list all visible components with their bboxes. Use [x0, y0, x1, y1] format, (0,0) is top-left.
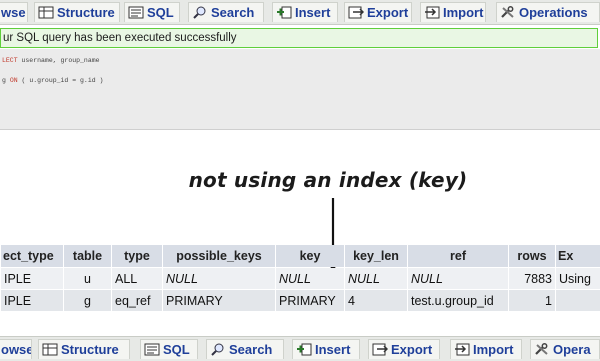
success-notice: ur SQL query has been executed successfu…	[0, 28, 598, 48]
table-cell: IPLE	[1, 290, 63, 311]
tab-insert-label: Insert	[315, 342, 351, 357]
sql-keyword-on: ON	[9, 77, 18, 84]
tab-sql-label: SQL	[163, 342, 190, 357]
tab-structure-bottom[interactable]: Structure	[38, 339, 130, 359]
sql-line-2-start: g	[2, 77, 10, 84]
explain-table: ect_type table type possible_keys key ke…	[0, 244, 600, 312]
column-header[interactable]: key_len	[345, 245, 407, 267]
tab-browse[interactable]: wse	[0, 2, 28, 22]
structure-icon	[42, 343, 58, 356]
table-cell: 4	[345, 290, 407, 311]
sql-query-box: LECT username, group_name g ON ( u.group…	[0, 49, 600, 130]
tab-operations-label: Operations	[519, 5, 588, 20]
insert-icon	[296, 343, 312, 356]
table-cell: NULL	[276, 268, 344, 289]
table-cell: NULL	[163, 268, 275, 289]
export-icon	[372, 343, 388, 356]
import-icon	[454, 343, 470, 356]
tab-export-label: Export	[367, 5, 409, 20]
column-header[interactable]: table	[64, 245, 111, 267]
tab-search-label: Search	[211, 5, 255, 20]
table-cell: u	[64, 268, 111, 289]
operations-icon	[534, 343, 550, 356]
structure-icon	[38, 6, 54, 19]
table-cell: PRIMARY	[163, 290, 275, 311]
column-header[interactable]: key	[276, 245, 344, 267]
column-header[interactable]: ect_type	[1, 245, 63, 267]
tab-operations[interactable]: Operations	[496, 2, 600, 22]
tab-export[interactable]: Export	[344, 2, 412, 22]
tab-import-label: Import	[473, 342, 514, 357]
tab-browse-bottom[interactable]: owse	[0, 339, 32, 359]
table-header-row: ect_type table type possible_keys key ke…	[1, 245, 600, 267]
tab-export-label: Export	[391, 342, 433, 357]
tab-structure[interactable]: Structure	[34, 2, 120, 22]
tab-sql-label: SQL	[147, 5, 174, 20]
sql-line-1-rest: username, group_name	[17, 57, 100, 64]
table-cell: NULL	[345, 268, 407, 289]
tab-operations-bottom[interactable]: Opera	[530, 339, 600, 359]
column-header[interactable]: ref	[408, 245, 508, 267]
column-header[interactable]: type	[112, 245, 162, 267]
bottom-tab-bar: owse Structure SQL Search Insert Export …	[0, 336, 600, 361]
sql-icon	[128, 6, 144, 19]
tab-structure-label: Structure	[61, 342, 119, 357]
tab-browse-label: owse	[1, 342, 32, 357]
top-tab-bar: wse Structure SQL Search Insert Export I…	[0, 0, 600, 25]
table-cell	[556, 290, 600, 311]
tab-search-label: Search	[229, 342, 273, 357]
tab-insert-label: Insert	[295, 5, 331, 20]
tab-sql[interactable]: SQL	[124, 2, 180, 22]
annotation-label: not using an index (key)	[0, 168, 600, 192]
tab-structure-label: Structure	[57, 5, 115, 20]
tab-insert[interactable]: Insert	[272, 2, 338, 22]
table-cell: 1	[509, 290, 555, 311]
tab-import-label: Import	[443, 5, 484, 20]
sql-line-1: LECT username, group_name	[2, 57, 100, 64]
success-notice-text: ur SQL query has been executed successfu…	[3, 32, 237, 44]
export-icon	[348, 6, 364, 19]
tab-search[interactable]: Search	[188, 2, 264, 22]
annotation-text: not using an index (key)	[188, 168, 468, 192]
table-cell: ALL	[112, 268, 162, 289]
sql-line-2: g ON ( u.group_id = g.id )	[2, 77, 103, 84]
search-icon	[192, 6, 208, 19]
table-cell: 7883	[509, 268, 555, 289]
column-header[interactable]: rows	[509, 245, 555, 267]
insert-icon	[276, 6, 292, 19]
table-cell: PRIMARY	[276, 290, 344, 311]
sql-keyword-select: LECT	[2, 57, 18, 64]
table-cell: Using	[556, 268, 600, 289]
column-header[interactable]: possible_keys	[163, 245, 275, 267]
tab-insert-bottom[interactable]: Insert	[292, 339, 360, 359]
tab-browse-label: wse	[1, 5, 26, 20]
operations-icon	[500, 6, 516, 19]
table-cell: IPLE	[1, 268, 63, 289]
table-cell: g	[64, 290, 111, 311]
sql-icon	[144, 343, 160, 356]
tab-operations-label: Opera	[553, 342, 591, 357]
tab-import[interactable]: Import	[420, 2, 486, 22]
table-cell: eq_ref	[112, 290, 162, 311]
table-row: IPLE g eq_ref PRIMARY PRIMARY 4 test.u.g…	[1, 290, 600, 311]
search-icon	[210, 343, 226, 356]
tab-search-bottom[interactable]: Search	[206, 339, 284, 359]
tab-sql-bottom[interactable]: SQL	[140, 339, 198, 359]
import-icon	[424, 6, 440, 19]
table-cell: test.u.group_id	[408, 290, 508, 311]
table-cell: NULL	[408, 268, 508, 289]
tab-import-bottom[interactable]: Import	[450, 339, 522, 359]
sql-line-2-rest: ( u.group_id = g.id )	[17, 77, 104, 84]
column-header[interactable]: Ex	[556, 245, 600, 267]
table-row: IPLE u ALL NULL NULL NULL NULL 7883 Usin…	[1, 268, 600, 289]
tab-export-bottom[interactable]: Export	[368, 339, 440, 359]
